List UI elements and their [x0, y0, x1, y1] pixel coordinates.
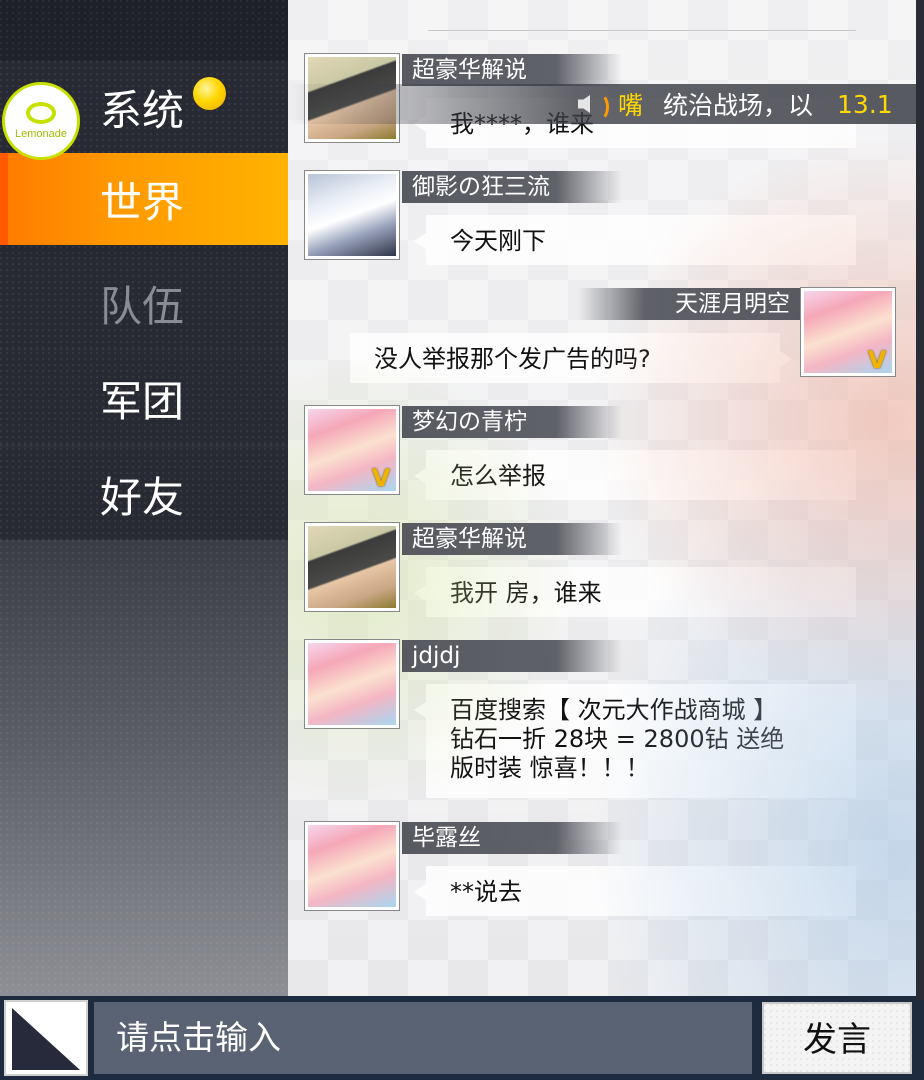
- frame-edge: [916, 0, 924, 1000]
- avatar-image: [308, 526, 396, 608]
- ticker-user: 嘴: [618, 91, 644, 120]
- ticker-number: 13.1: [837, 89, 893, 119]
- avatar[interactable]: V: [800, 287, 896, 377]
- chat-input[interactable]: 请点击输入: [94, 1002, 752, 1074]
- message-text-line: 钻石一折 28块 = 2800钻 送绝: [450, 725, 785, 753]
- message-text: **说去: [450, 878, 522, 906]
- message-bubble: **说去: [414, 866, 856, 916]
- message-text: 今天刚下: [450, 227, 546, 255]
- avatar-image: V: [308, 409, 396, 491]
- sender-name: 毕露丝: [402, 822, 622, 854]
- avatar[interactable]: [304, 522, 400, 612]
- send-button[interactable]: 发言: [762, 1002, 912, 1074]
- message-text: 我开 房，谁来: [450, 579, 602, 607]
- logo-text: Lemonade: [15, 128, 67, 140]
- vip-badge-icon: V: [867, 346, 887, 373]
- tab-friends[interactable]: 好友: [0, 448, 288, 540]
- broadcast-ticker: 嘴 统治战场，以 13.1: [288, 84, 924, 124]
- avatar-image: [308, 643, 396, 725]
- tab-team[interactable]: 队伍: [0, 257, 288, 349]
- avatar[interactable]: [304, 639, 400, 729]
- emoji-toggle-button[interactable]: [4, 1000, 88, 1076]
- sender-name: 超豪华解说: [402, 523, 622, 555]
- message-bubble: 我开 房，谁来: [414, 567, 856, 617]
- sender-name: jdjdj: [402, 640, 622, 672]
- speech-bubble-icon: [26, 102, 56, 124]
- tab-team-label: 队伍: [100, 281, 185, 331]
- speaker-icon: [576, 89, 610, 121]
- avatar[interactable]: V: [304, 405, 400, 495]
- sender-name: 御影の狂三流: [402, 171, 622, 203]
- message-bubble: 百度搜索【 次元大作战商城 】 钻石一折 28块 = 2800钻 送绝 版时装 …: [414, 684, 856, 798]
- ticker-message: 统治战场，以: [663, 91, 814, 120]
- tab-world-label: 世界: [100, 177, 185, 227]
- triangle-icon: [12, 1008, 80, 1070]
- tab-legion-label: 军团: [100, 376, 185, 426]
- message-bubble: 没人举报那个发广告的吗?: [350, 333, 792, 383]
- avatar[interactable]: [304, 821, 400, 911]
- sender-name: 天涯月明空: [578, 288, 800, 320]
- lemonade-logo: Lemonade: [2, 82, 80, 160]
- message-bubble: 怎么举报: [414, 450, 856, 500]
- channel-sidebar: 系统 世界 队伍 军团 好友 Lemonade: [0, 0, 288, 1000]
- notification-dot: [193, 77, 226, 110]
- tab-system-label: 系统: [100, 85, 185, 135]
- message-text-line: 百度搜索【 次元大作战商城 】: [450, 696, 778, 724]
- avatar-image: [308, 825, 396, 907]
- speaker-cone: [578, 95, 590, 113]
- tab-friends-label: 好友: [100, 472, 185, 522]
- avatar-image: V: [804, 291, 892, 373]
- vip-badge-icon: V: [371, 464, 391, 491]
- sender-name: 梦幻の青柠: [402, 406, 622, 438]
- tab-legion[interactable]: 军团: [0, 352, 288, 444]
- speaker-wave: [590, 93, 609, 121]
- message-bubble: 今天刚下: [414, 215, 856, 265]
- message-text-line: 版时装 惊喜！！！: [450, 754, 650, 782]
- avatar-image: [308, 174, 396, 256]
- message-text: 没人举报那个发广告的吗?: [374, 345, 651, 373]
- tab-world[interactable]: 世界: [0, 153, 288, 245]
- avatar[interactable]: [304, 170, 400, 260]
- chat-message-list[interactable]: 超豪华解说 我****，谁来 御影の狂三流 今天刚下 V 天涯月明空 没人举报那…: [288, 0, 924, 1000]
- input-bar: 请点击输入 发言: [0, 996, 924, 1080]
- message-text: 怎么举报: [450, 462, 546, 490]
- divider: [428, 30, 856, 31]
- sender-name: 超豪华解说: [402, 54, 622, 86]
